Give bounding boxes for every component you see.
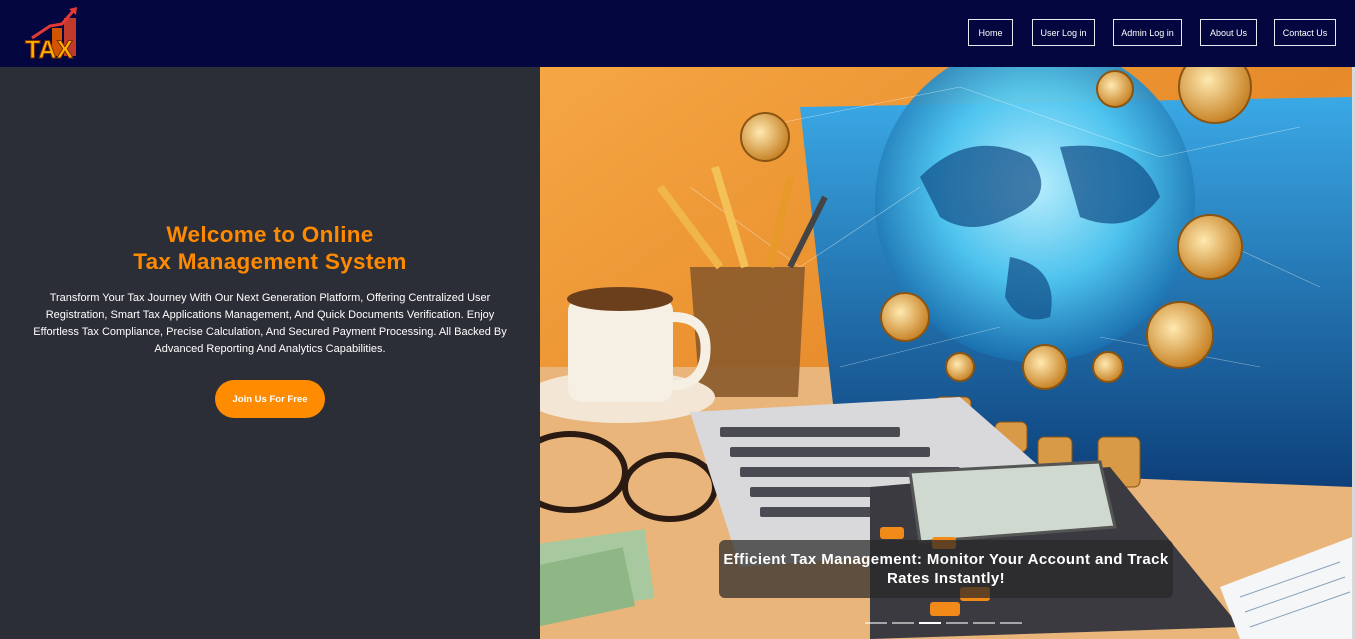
hero-title-line2: Tax Management System [133, 249, 407, 274]
carousel-indicator-4[interactable] [946, 622, 968, 624]
hero-carousel[interactable]: Efficient Tax Management: Monitor Your A… [540, 67, 1352, 639]
hero-title: Welcome to Online Tax Management System [0, 221, 540, 275]
carousel-indicator-5[interactable] [973, 622, 995, 624]
hero-panel: Welcome to Online Tax Management System … [0, 67, 540, 639]
join-free-button[interactable]: Join Us For Free [215, 380, 325, 418]
carousel-caption: Efficient Tax Management: Monitor Your A… [719, 540, 1173, 598]
carousel-indicator-3[interactable] [919, 622, 941, 624]
hero-description: Transform Your Tax Journey With Our Next… [33, 292, 507, 355]
top-navbar: TAX Home User Log in Admin Log in About … [0, 0, 1355, 67]
main-nav: Home User Log in Admin Log in About Us C… [0, 19, 1355, 47]
hero-title-line1: Welcome to Online [166, 222, 374, 247]
nav-about-button[interactable]: About Us [1200, 19, 1257, 46]
nav-user-login-button[interactable]: User Log in [1032, 19, 1095, 46]
carousel-indicators [865, 622, 1035, 626]
nav-contact-button[interactable]: Contact Us [1274, 19, 1336, 46]
carousel-indicator-1[interactable] [865, 622, 887, 624]
carousel-indicator-2[interactable] [892, 622, 914, 624]
carousel-indicator-6[interactable] [1000, 622, 1022, 624]
nav-home-button[interactable]: Home [968, 19, 1013, 46]
nav-admin-login-button[interactable]: Admin Log in [1113, 19, 1182, 46]
